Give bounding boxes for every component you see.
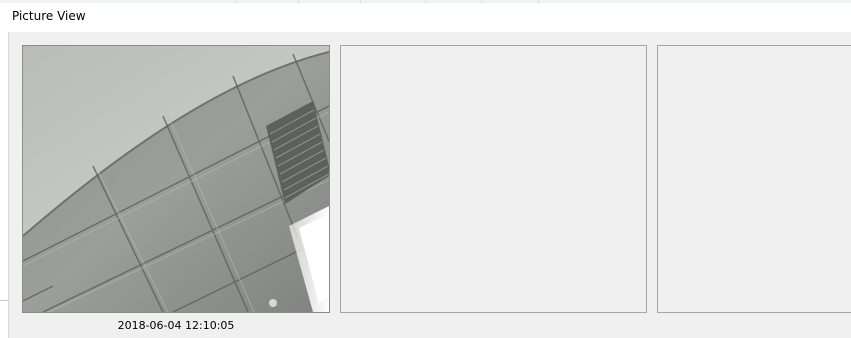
picture-pane-2[interactable] [340, 45, 647, 313]
picture-view-window: Picture View 2018-06-04 12:10:05 [0, 0, 851, 338]
picture-pane-3[interactable] [657, 45, 851, 313]
picture-area: 2018-06-04 12:10:05 [9, 32, 851, 338]
left-frame [0, 32, 9, 338]
pane-1-timestamp: 2018-06-04 12:10:05 [117, 319, 235, 332]
picture-pane-1[interactable] [22, 45, 330, 313]
title-bar[interactable]: Picture View [0, 3, 851, 32]
window-title: Picture View [12, 9, 86, 23]
ceiling-snapshot-image [23, 46, 329, 312]
